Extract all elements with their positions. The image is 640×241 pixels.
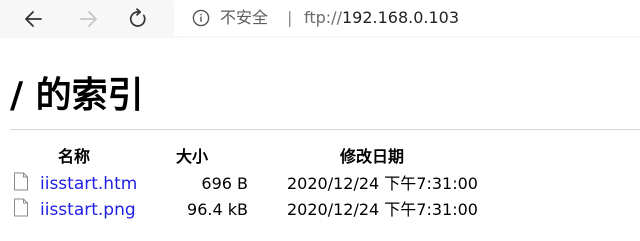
file-icon <box>13 172 29 195</box>
page-title: / 的索引 <box>10 75 144 116</box>
file-link-iisstart-htm[interactable]: iisstart.htm <box>40 173 137 195</box>
file-icon <box>13 198 29 221</box>
file-link-iisstart-png[interactable]: iisstart.png <box>40 199 136 221</box>
back-button[interactable] <box>18 4 48 34</box>
refresh-icon <box>129 8 146 27</box>
info-circle-icon[interactable] <box>192 9 210 31</box>
address-bar[interactable]: 不安全 | ftp://192.168.0.103 <box>174 0 640 36</box>
divider <box>10 129 640 130</box>
url-text[interactable]: ftp://192.168.0.103 <box>304 7 459 29</box>
url-scheme: ftp:// <box>304 8 342 27</box>
file-size: 96.4 kB <box>187 200 248 219</box>
arrow-right-icon <box>80 11 97 27</box>
arrow-left-icon <box>25 11 42 27</box>
column-header-modified[interactable]: 修改日期 <box>340 146 404 168</box>
column-header-name[interactable]: 名称 <box>58 146 90 168</box>
url-host: 192.168.0.103 <box>341 8 460 27</box>
forward-button[interactable] <box>74 4 104 34</box>
column-header-size[interactable]: 大小 <box>176 146 208 168</box>
address-separator: | <box>287 8 293 27</box>
file-modified: 2020/12/24 下午7:31:00 <box>287 200 478 219</box>
refresh-button[interactable] <box>123 4 153 34</box>
security-label[interactable]: 不安全 <box>220 7 268 29</box>
file-modified: 2020/12/24 下午7:31:00 <box>287 174 478 193</box>
browser-toolbar: 不安全 | ftp://192.168.0.103 <box>0 0 640 38</box>
file-size: 696 B <box>201 174 248 193</box>
